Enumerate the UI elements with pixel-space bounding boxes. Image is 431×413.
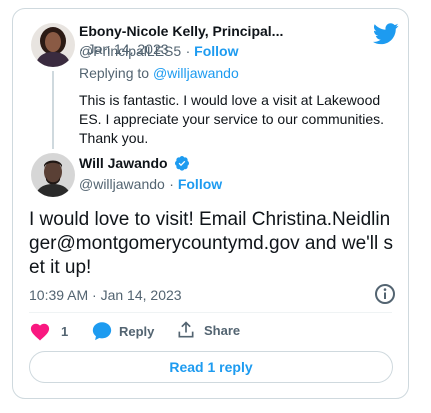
share-icon[interactable]: [176, 320, 196, 340]
reply-bubble-icon[interactable]: [91, 320, 113, 342]
replying-to: Replying to @willjawando: [79, 65, 239, 81]
reply-handle-row: @PrincipalLES5 · Follow: [79, 43, 239, 61]
thread-connector-line: [52, 71, 54, 149]
reply-action[interactable]: Reply: [91, 320, 154, 342]
verified-badge-icon: [175, 156, 190, 171]
read-replies-label: Read 1 reply: [169, 359, 253, 375]
follow-button-will[interactable]: Follow: [178, 176, 222, 192]
dot-separator: ·: [169, 176, 178, 192]
replying-handle-link[interactable]: @willjawando: [153, 65, 239, 81]
reply-display-name[interactable]: Ebony-Nicole Kelly, Principal...: [79, 23, 283, 39]
replying-prefix: Replying to: [79, 65, 153, 81]
tweet-embed-card: Ebony-Nicole Kelly, Principal... · Jan 1…: [12, 8, 409, 399]
main-handle-row: @willjawando · Follow: [79, 176, 222, 194]
main-display-name[interactable]: Will Jawando: [79, 155, 168, 171]
main-tweet-text: I would love to visit! Email Christina.N…: [29, 209, 394, 278]
twitter-bird-icon[interactable]: [373, 23, 399, 45]
reply-handle[interactable]: @PrincipalLES5: [79, 43, 181, 59]
share-action[interactable]: Share: [176, 320, 240, 340]
reply-tweet-text: This is fantastic. I would love a visit …: [79, 92, 385, 146]
dot-separator: ·: [185, 43, 195, 59]
main-handle[interactable]: @willjawando: [79, 176, 165, 192]
share-label: Share: [204, 322, 241, 338]
avatar-ebony[interactable]: [31, 23, 75, 67]
avatar-will[interactable]: [31, 153, 75, 197]
main-tweet-header: Will Jawando: [79, 155, 190, 173]
like-count: 1: [61, 323, 69, 339]
like-action[interactable]: 1: [29, 321, 68, 341]
heart-icon[interactable]: [29, 321, 51, 341]
follow-button-ebony[interactable]: Follow: [194, 43, 238, 59]
read-replies-button[interactable]: Read 1 reply: [29, 351, 393, 383]
actions-divider: [29, 312, 392, 313]
info-icon[interactable]: [373, 282, 397, 306]
main-tweet-timestamp[interactable]: 10:39 AM · Jan 14, 2023: [29, 287, 182, 303]
reply-label: Reply: [119, 323, 155, 339]
